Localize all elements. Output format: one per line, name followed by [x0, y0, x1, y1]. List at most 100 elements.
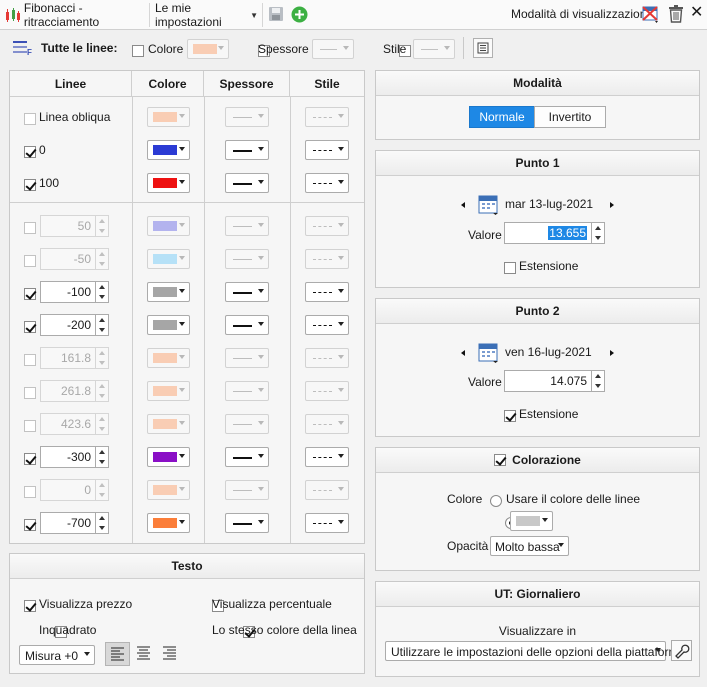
point2-extension-checkbox[interactable]: [504, 409, 516, 422]
close-icon[interactable]: ✕: [690, 5, 703, 21]
line-color-dropdown[interactable]: [147, 315, 190, 335]
align-right-button[interactable]: [158, 642, 183, 666]
stepper-arrows[interactable]: [95, 447, 108, 467]
line-style-dropdown[interactable]: [305, 381, 349, 401]
line-style-dropdown[interactable]: [305, 348, 349, 368]
normal-mode-button[interactable]: Normale: [469, 106, 535, 128]
point1-extension-checkbox[interactable]: [504, 261, 516, 274]
size-dropdown[interactable]: Misura +0: [19, 645, 95, 665]
line-thickness-dropdown[interactable]: [225, 381, 269, 401]
level-value-input[interactable]: 0: [40, 479, 109, 501]
line-color-dropdown[interactable]: [147, 216, 190, 236]
line-color-dropdown[interactable]: [147, 480, 190, 500]
next-date-icon[interactable]: [610, 350, 614, 356]
line-color-dropdown[interactable]: [147, 173, 190, 193]
calendar-icon[interactable]: [478, 193, 500, 215]
coloring-checkbox[interactable]: [494, 454, 507, 466]
line-color-dropdown[interactable]: [147, 414, 190, 434]
inverted-mode-button[interactable]: Invertito: [534, 106, 606, 128]
view-mode-button[interactable]: [641, 4, 661, 27]
line-style-dropdown[interactable]: [305, 282, 349, 302]
save-button[interactable]: [268, 6, 284, 25]
show-in-dropdown[interactable]: Utilizzare le impostazioni delle opzioni…: [385, 641, 685, 661]
timeframe-settings-button[interactable]: [671, 640, 692, 661]
next-date-icon[interactable]: [610, 202, 614, 208]
line-color-dropdown[interactable]: [147, 282, 190, 302]
point2-date[interactable]: ven 16-lug-2021: [505, 345, 592, 359]
level-value-input[interactable]: -200: [40, 314, 109, 336]
line-color-dropdown[interactable]: [147, 348, 190, 368]
prev-date-icon[interactable]: [461, 350, 465, 356]
show-price-checkbox[interactable]: [24, 599, 36, 612]
line-thickness-dropdown[interactable]: [225, 140, 269, 160]
stepper-arrows[interactable]: [95, 216, 108, 236]
line-style-dropdown[interactable]: [305, 249, 349, 269]
line-visible-checkbox[interactable]: [24, 452, 36, 465]
calendar-icon[interactable]: [478, 341, 500, 363]
all-lines-thickness-dropdown[interactable]: [312, 39, 354, 59]
line-visible-checkbox[interactable]: [24, 287, 36, 300]
line-style-dropdown[interactable]: [305, 480, 349, 500]
all-lines-color-dropdown[interactable]: [187, 39, 229, 59]
stepper-arrows[interactable]: [95, 348, 108, 368]
level-value-input[interactable]: 161.8: [40, 347, 109, 369]
line-color-dropdown[interactable]: [147, 107, 190, 127]
list-settings-button[interactable]: [473, 38, 493, 58]
level-value-input[interactable]: 261.8: [40, 380, 109, 402]
custom-color-dropdown[interactable]: [510, 511, 553, 531]
use-line-color-radio[interactable]: [490, 494, 502, 507]
line-color-dropdown[interactable]: [147, 513, 190, 533]
line-thickness-dropdown[interactable]: [225, 216, 269, 236]
line-visible-checkbox[interactable]: [24, 145, 36, 158]
level-value-input[interactable]: 423.6: [40, 413, 109, 435]
point1-value-input[interactable]: 13.655: [504, 222, 605, 244]
line-color-dropdown[interactable]: [147, 381, 190, 401]
stepper-arrows[interactable]: [95, 282, 108, 302]
line-visible-checkbox[interactable]: [24, 353, 36, 366]
delete-button[interactable]: [668, 5, 684, 26]
prev-date-icon[interactable]: [461, 202, 465, 208]
line-visible-checkbox[interactable]: [24, 178, 36, 191]
line-thickness-dropdown[interactable]: [225, 480, 269, 500]
stepper-arrows[interactable]: [95, 315, 108, 335]
point2-value-input[interactable]: 14.075: [504, 370, 605, 392]
point1-date[interactable]: mar 13-lug-2021: [505, 197, 593, 211]
level-value-input[interactable]: -100: [40, 281, 109, 303]
settings-preset-dropdown[interactable]: Le mie impostazioni ▼: [151, 1, 263, 29]
line-style-dropdown[interactable]: [305, 513, 349, 533]
line-visible-checkbox[interactable]: [24, 518, 36, 531]
line-visible-checkbox[interactable]: [24, 254, 36, 267]
line-visible-checkbox[interactable]: [24, 419, 36, 432]
line-color-dropdown[interactable]: [147, 249, 190, 269]
level-value-input[interactable]: -50: [40, 248, 109, 270]
line-thickness-dropdown[interactable]: [225, 447, 269, 467]
stepper-arrows[interactable]: [95, 414, 108, 434]
line-thickness-dropdown[interactable]: [225, 513, 269, 533]
line-thickness-dropdown[interactable]: [225, 249, 269, 269]
line-thickness-dropdown[interactable]: [225, 414, 269, 434]
line-visible-checkbox[interactable]: [24, 221, 36, 234]
line-thickness-dropdown[interactable]: [225, 107, 269, 127]
level-value-input[interactable]: -700: [40, 512, 109, 534]
all-lines-style-dropdown[interactable]: [413, 39, 455, 59]
all-lines-color-checkbox[interactable]: [132, 44, 144, 57]
line-visible-checkbox[interactable]: [24, 112, 36, 125]
line-thickness-dropdown[interactable]: [225, 348, 269, 368]
line-thickness-dropdown[interactable]: [225, 315, 269, 335]
line-visible-checkbox[interactable]: [24, 320, 36, 333]
align-left-button[interactable]: [105, 642, 130, 666]
opacity-dropdown[interactable]: Molto bassa: [490, 536, 569, 556]
line-color-dropdown[interactable]: [147, 140, 190, 160]
stepper-arrows[interactable]: [95, 480, 108, 500]
line-color-dropdown[interactable]: [147, 447, 190, 467]
stepper-arrows[interactable]: [95, 513, 108, 533]
tool-selector[interactable]: Fibonacci - ritracciamento: [0, 1, 150, 29]
line-style-dropdown[interactable]: [305, 107, 349, 127]
line-style-dropdown[interactable]: [305, 173, 349, 193]
line-style-dropdown[interactable]: [305, 140, 349, 160]
line-visible-checkbox[interactable]: [24, 485, 36, 498]
stepper-arrows[interactable]: [95, 249, 108, 269]
line-thickness-dropdown[interactable]: [225, 173, 269, 193]
line-style-dropdown[interactable]: [305, 315, 349, 335]
line-style-dropdown[interactable]: [305, 414, 349, 434]
